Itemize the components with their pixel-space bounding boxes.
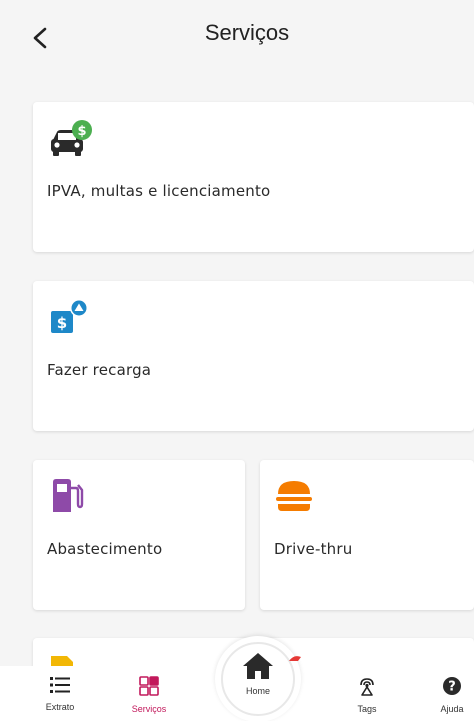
home-icon (243, 653, 273, 679)
nav-label: Home (245, 686, 270, 696)
svg-text:?: ? (448, 680, 456, 695)
list-icon (50, 677, 70, 693)
antenna-icon (360, 678, 374, 696)
fuel-pump-icon (53, 479, 84, 512)
service-label: Drive-thru (274, 540, 353, 558)
nav-label: Extrato (45, 702, 75, 712)
nav-extrato[interactable]: Extrato (30, 676, 90, 712)
service-label: Fazer recarga (47, 361, 152, 379)
nav-home-button[interactable]: Home (215, 636, 301, 721)
top-bar: Serviços (0, 0, 474, 80)
service-label: IPVA, multas e licenciamento (47, 182, 271, 200)
burger-icon (276, 481, 312, 511)
svg-text:$: $ (77, 124, 86, 139)
service-label: Abastecimento (47, 540, 163, 558)
nav-ajuda[interactable]: ? Ajuda (422, 676, 474, 714)
service-card-recarga[interactable]: $ Fazer recarga (33, 281, 474, 431)
service-card-drive-thru[interactable]: Drive-thru (260, 460, 474, 610)
nav-label: Ajuda (440, 704, 464, 714)
nav-tags[interactable]: Tags (337, 676, 397, 714)
nav-label: Serviços (131, 704, 167, 714)
service-card-ipva[interactable]: $ IPVA, multas e licenciamento (33, 102, 474, 252)
help-icon: ? (443, 677, 461, 695)
grid-icon (139, 676, 159, 696)
nav-label: Tags (357, 704, 377, 714)
service-card-abastecimento[interactable]: Abastecimento (33, 460, 245, 610)
page-title: Serviços (204, 20, 290, 45)
recharge-dollar-icon: $ (51, 299, 88, 333)
nav-servicos[interactable]: Serviços (119, 676, 179, 714)
car-dollar-icon: $ (51, 120, 92, 156)
santa-hat-icon (289, 656, 301, 661)
svg-text:$: $ (57, 314, 67, 332)
